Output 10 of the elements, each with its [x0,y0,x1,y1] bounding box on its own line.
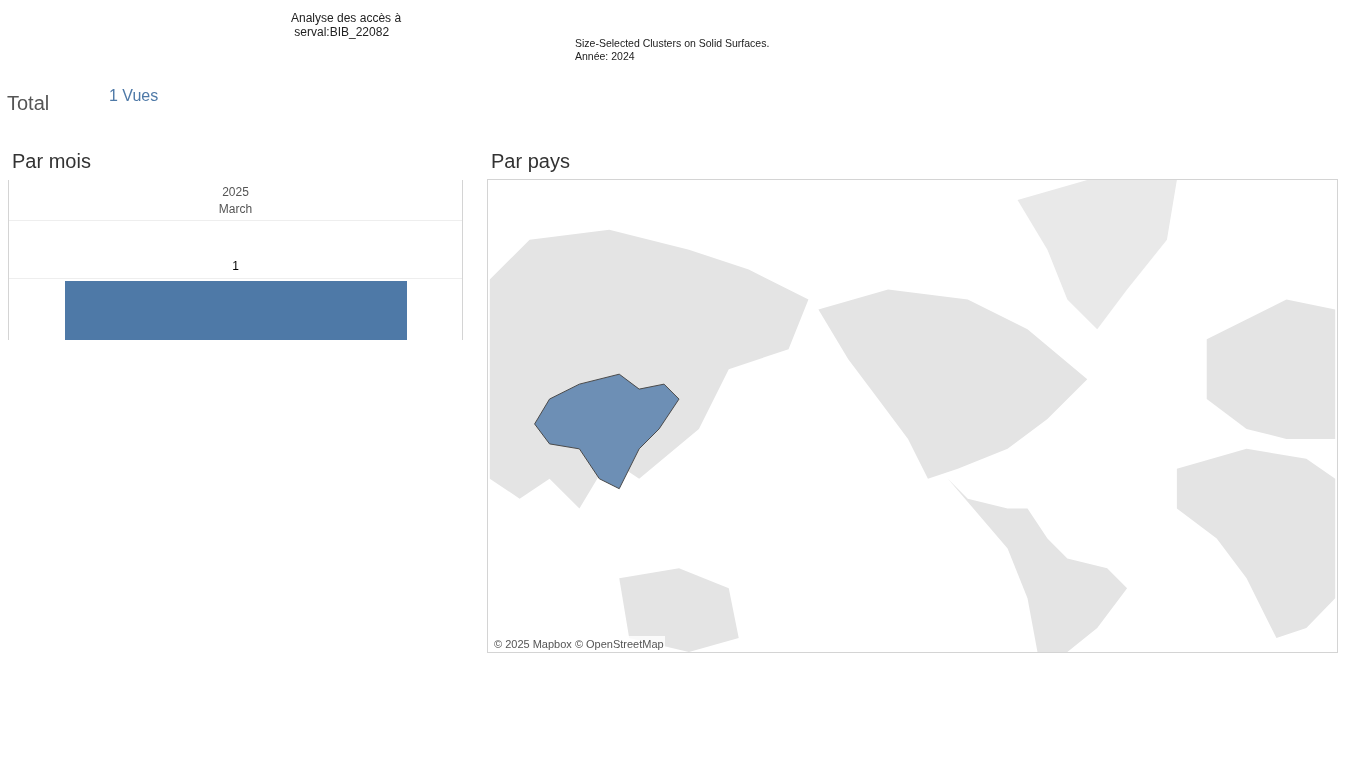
bar-value-label: 1 [232,258,239,275]
total-views: 1 Vues [109,86,159,106]
dashboard-subtitle: Size-Selected Clusters on Solid Surfaces. Année: 2024 [575,37,770,64]
dashboard-title: Analyse des accès à serval:BIB_22082 [291,11,403,41]
total-label: Total [7,91,51,116]
map-attribution: © 2025 Mapbox © OpenStreetMap [493,635,665,652]
column-header: 2025 [221,184,250,200]
column-header: March [9,200,462,221]
section-title: Par mois [12,149,92,174]
section-title: Par pays [491,149,571,174]
